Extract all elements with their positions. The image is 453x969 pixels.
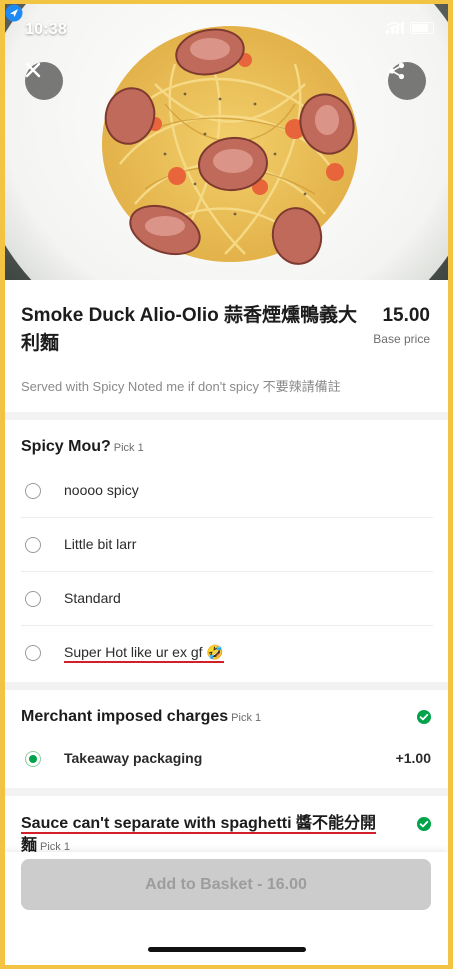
- section-divider: [5, 788, 448, 796]
- section-title-spicy: Spicy Mou? Pick 1: [21, 438, 144, 456]
- status-time: 10:38: [25, 21, 67, 38]
- radio-button[interactable]: [25, 537, 41, 553]
- option-label: Little bit larr: [64, 536, 137, 552]
- check-circle-icon: [417, 710, 431, 724]
- item-header: Smoke Duck Alio-Olio 蒜香煙燻鴨義大利麵 15.00 Bas…: [5, 280, 448, 412]
- item-description: Served with Spicy Noted me if don't spic…: [21, 379, 341, 394]
- battery-icon: [410, 22, 434, 34]
- option-label: noooo spicy: [64, 482, 139, 498]
- dish-photo: 10:38: [5, 4, 448, 280]
- item-price: 15.00: [382, 305, 430, 326]
- option-label: Standard: [64, 590, 121, 606]
- section-title-merchant-charges: Merchant imposed charges Pick 1: [21, 708, 261, 726]
- radio-button[interactable]: [25, 645, 41, 661]
- dish-illustration: [5, 4, 448, 280]
- pick-count: Pick 1: [113, 442, 144, 454]
- pick-count: Pick 1: [231, 712, 262, 724]
- radio-button[interactable]: [25, 751, 41, 767]
- option-row-takeaway-packaging[interactable]: Takeaway packaging +1.00: [21, 732, 433, 786]
- section-divider: [5, 682, 448, 690]
- close-button[interactable]: [25, 62, 63, 100]
- add-to-basket-button[interactable]: Add to Basket - 16.00: [21, 859, 431, 910]
- section-title-text: Spicy Mou?: [21, 438, 111, 455]
- location-arrow-icon: [5, 4, 23, 22]
- option-label: Super Hot like ur ex gf 🤣: [64, 644, 224, 663]
- section-divider: [5, 412, 448, 420]
- option-price: +1.00: [395, 750, 431, 766]
- status-indicators: [386, 22, 434, 34]
- base-price-caption: Base price: [373, 332, 430, 346]
- section-title-text: Sauce can't separate with spaghetti 醬不能分…: [21, 815, 377, 834]
- share-icon: [389, 62, 405, 80]
- radio-button[interactable]: [25, 591, 41, 607]
- phone-screen: 10:38 Smoke Duck Alio-Olio 蒜香煙燻鴨義大利麵 15.…: [5, 4, 448, 965]
- item-title: Smoke Duck Alio-Olio 蒜香煙燻鴨義大利麵: [21, 305, 358, 354]
- option-row-little-bit-larr[interactable]: Little bit larr: [21, 518, 433, 572]
- option-row-noooo-spicy[interactable]: noooo spicy: [21, 464, 433, 518]
- check-circle-icon: [417, 817, 431, 831]
- close-icon: [25, 62, 41, 78]
- section-title-text: Merchant imposed charges: [21, 708, 229, 725]
- radio-button[interactable]: [25, 483, 41, 499]
- option-row-standard[interactable]: Standard: [21, 572, 433, 626]
- home-indicator[interactable]: [148, 947, 306, 952]
- wifi-icon: [386, 22, 402, 34]
- option-label: Takeaway packaging: [64, 750, 203, 766]
- share-button[interactable]: [388, 62, 426, 100]
- footer-bar: Add to Basket - 16.00: [5, 852, 448, 965]
- option-row-super-hot[interactable]: Super Hot like ur ex gf 🤣: [21, 626, 433, 680]
- section-title-sauce: Sauce can't separate with spaghetti 醬不能分…: [21, 814, 401, 834]
